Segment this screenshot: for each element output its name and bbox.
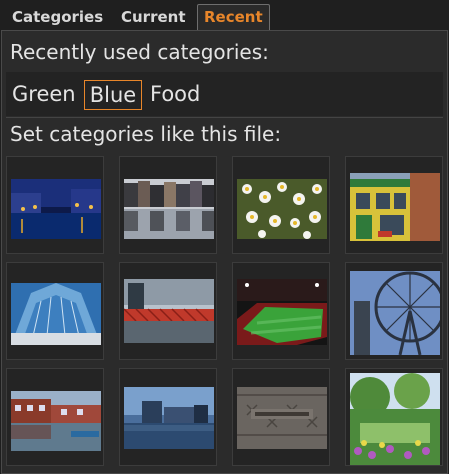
tab-categories[interactable]: Categories [12, 5, 103, 29]
thumbnail-cell[interactable] [119, 262, 217, 360]
recent-category-blue[interactable]: Blue [84, 80, 142, 110]
daisies-photo [237, 179, 327, 239]
thumbnail-cell[interactable] [345, 262, 443, 360]
media-city-photo [124, 387, 214, 449]
similar-heading: Set categories like this file: [10, 122, 282, 146]
thumbnail-cell[interactable] [119, 368, 217, 466]
thumbnail-cell[interactable] [119, 156, 217, 254]
recent-heading: Recently used categories: [10, 40, 269, 64]
thumbnail-cell[interactable] [345, 368, 443, 466]
canal-brick-photo [11, 391, 101, 451]
tab-recent[interactable]: Recent [197, 4, 270, 32]
thumbnail-cell[interactable] [6, 368, 104, 466]
thumbnail-cell[interactable] [232, 156, 330, 254]
recent-category-food[interactable]: Food [150, 80, 200, 110]
thumbnail-cell[interactable] [345, 156, 443, 254]
red-bridge-photo [124, 279, 214, 343]
canal-night-photo [11, 179, 101, 239]
ferris-wheel-photo [350, 271, 440, 355]
recent-categories-list: Green Blue Food [6, 72, 443, 116]
thumbnail-cell[interactable] [232, 262, 330, 360]
glass-building-photo [11, 283, 101, 345]
stadium-photo [237, 279, 327, 345]
pub-photo [350, 173, 440, 241]
thumbnail-cell[interactable] [232, 368, 330, 466]
divider [6, 117, 443, 118]
garden-photo [350, 373, 440, 465]
tab-current[interactable]: Current [121, 5, 186, 29]
recent-category-green[interactable]: Green [12, 80, 76, 110]
thumbnail-cell[interactable] [6, 262, 104, 360]
tab-bar: Categories Current Recent [0, 0, 449, 32]
canal-houses-photo [124, 179, 214, 239]
manhole-cover-photo [237, 387, 327, 449]
thumbnail-cell[interactable] [6, 156, 104, 254]
